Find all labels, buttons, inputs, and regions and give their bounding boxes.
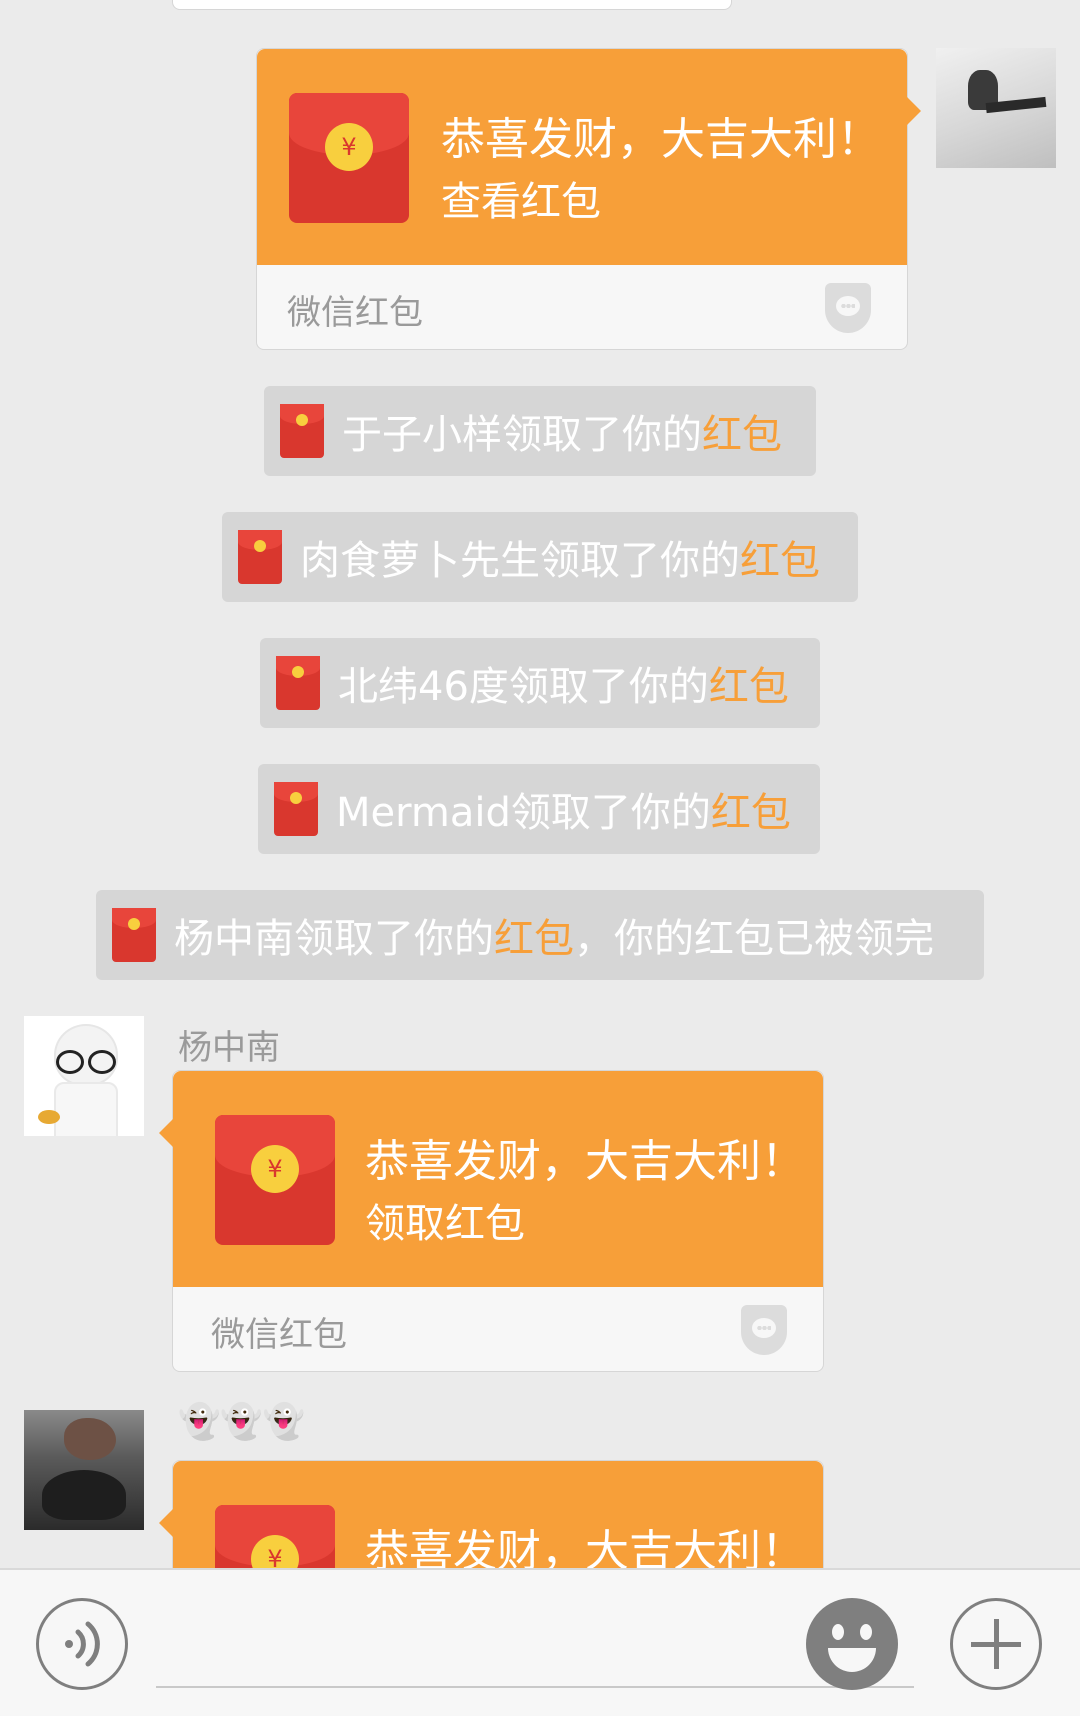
red-envelope-icon: [112, 908, 156, 962]
packet-greeting: 恭喜发财，大吉大利！: [365, 1526, 805, 1568]
chat-area: ¥ 恭喜发财，大吉大利！ 查看红包 微信红包 于子小样领取了你的 红包 肉食萝卜先…: [0, 0, 1080, 1568]
packet-action: 领取红包: [365, 1201, 525, 1247]
packet-greeting: 恭喜发财，大吉大利！: [441, 114, 881, 165]
red-envelope-icon: ¥: [215, 1115, 335, 1245]
message-input[interactable]: [156, 1610, 914, 1688]
shield-icon: [825, 283, 871, 333]
red-packet-notice: 北纬46度领取了你的 红包: [260, 638, 820, 728]
red-envelope-icon: ¥: [215, 1505, 335, 1568]
red-packet-link[interactable]: 红包: [494, 906, 574, 964]
packet-action: 查看红包: [441, 179, 601, 225]
my-avatar[interactable]: [936, 48, 1056, 168]
red-packet-notice: 杨中南领取了你的 红包 ，你的红包已被领完: [96, 890, 984, 980]
red-packet-notice: 于子小样领取了你的 红包: [264, 386, 816, 476]
red-packet-card[interactable]: ¥ 恭喜发财，大吉大利！ 领取红包 微信红包: [159, 1070, 824, 1372]
red-packet-link[interactable]: 红包: [740, 528, 820, 586]
red-envelope-icon: [280, 404, 324, 458]
packet-greeting: 恭喜发财，大吉大利！: [365, 1136, 805, 1187]
packet-brand: 微信红包: [287, 293, 423, 333]
packet-brand: 微信红包: [211, 1315, 347, 1355]
coin-icon: ¥: [251, 1145, 299, 1193]
red-envelope-icon: [238, 530, 282, 584]
coin-icon: ¥: [325, 123, 373, 171]
emoji-icon: [828, 1648, 876, 1672]
contact-avatar[interactable]: [24, 1410, 144, 1530]
red-packet-notice: Mermaid领取了你的 红包: [258, 764, 820, 854]
emoji-button[interactable]: [806, 1598, 898, 1690]
voice-button[interactable]: [36, 1598, 128, 1690]
red-packet-card[interactable]: ¥ 恭喜发财，大吉大利！ 查看红包 微信红包: [256, 48, 921, 350]
red-envelope-icon: [276, 656, 320, 710]
red-packet-card[interactable]: ¥ 恭喜发财，大吉大利！: [159, 1460, 824, 1568]
contact-avatar[interactable]: [24, 1016, 144, 1136]
red-envelope-icon: [274, 782, 318, 836]
more-button[interactable]: [950, 1598, 1042, 1690]
shield-icon: [741, 1305, 787, 1355]
sender-name: 杨中南: [178, 1028, 280, 1068]
red-packet-notice: 肉食萝卜先生领取了你的 红包: [222, 512, 858, 602]
sender-name: 👻👻👻: [178, 1402, 306, 1442]
red-packet-link[interactable]: 红包: [709, 654, 789, 712]
red-packet-link[interactable]: 红包: [702, 402, 782, 460]
voice-icon: [65, 1621, 100, 1667]
input-bar: [0, 1568, 1080, 1716]
message-bubble[interactable]: [172, 0, 732, 10]
red-packet-link[interactable]: 红包: [711, 780, 791, 838]
red-envelope-icon: ¥: [289, 93, 409, 223]
